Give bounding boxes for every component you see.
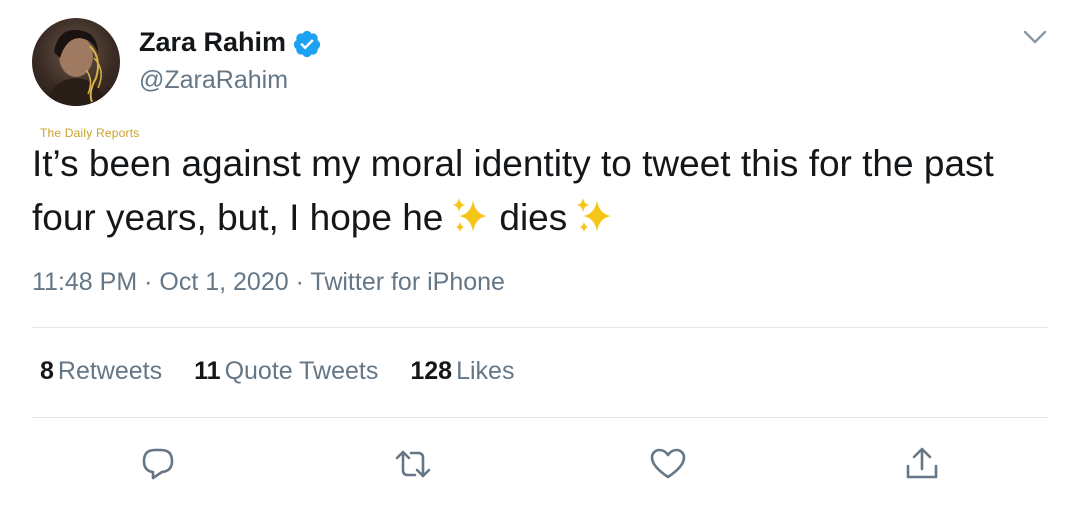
display-name[interactable]: Zara Rahim [139,27,286,58]
likes-count: 128 [410,357,453,385]
meta-separator: · [144,268,153,296]
tweet-text: It’s been against my moral identity to t… [32,137,1042,245]
reply-icon[interactable] [138,444,178,484]
retweets-stat[interactable]: 8 Retweets [40,357,162,386]
tweet-date[interactable]: Oct 1, 2020 [159,268,288,296]
tweet-time[interactable]: 11:48 PM [32,268,137,296]
avatar[interactable] [32,18,120,106]
retweet-icon[interactable] [393,444,433,484]
sparkles-emoji-icon [453,198,488,232]
quote-tweets-stat[interactable]: 11 Quote Tweets [194,357,378,386]
heart-icon[interactable] [648,444,688,484]
meta-separator: · [295,268,304,296]
quote-tweets-label: Quote Tweets [224,357,379,385]
sparkles-emoji-icon [577,198,612,232]
likes-stat[interactable]: 128 Likes [410,357,514,386]
likes-label: Likes [456,357,515,385]
retweets-label: Retweets [57,357,163,385]
quote-tweets-count: 11 [194,357,221,385]
retweets-count: 8 [40,357,54,385]
user-handle[interactable]: @ZaraRahim [139,66,288,95]
divider [32,327,1048,328]
verified-badge-icon [293,30,321,58]
divider [32,417,1048,418]
tweet-card: The Daily Reports Zara Rahim @ZaraRahim … [0,0,1080,505]
avatar-photo [46,29,106,106]
tweet-text-part2: dies [499,197,568,238]
chevron-down-icon[interactable] [1020,28,1050,48]
tweet-stats: 8 Retweets 11 Quote Tweets 128 Likes [40,357,546,386]
share-icon[interactable] [902,444,942,484]
tweet-meta: 11:48 PM · Oct 1, 2020 · Twitter for iPh… [32,268,505,297]
tweet-source[interactable]: Twitter for iPhone [310,268,505,296]
